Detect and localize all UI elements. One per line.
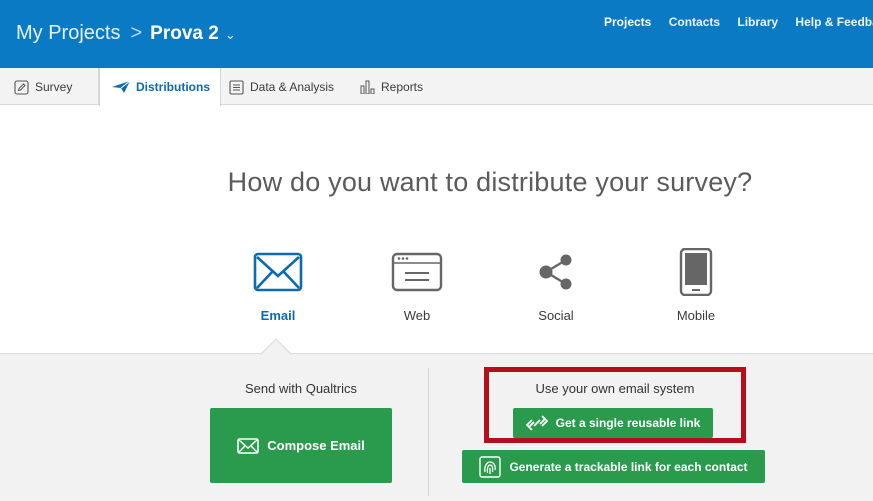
nav-help-feedback[interactable]: Help & Feedba (795, 15, 873, 29)
method-email[interactable]: Email (233, 248, 323, 323)
breadcrumb-separator: > (130, 22, 143, 44)
envelope-icon (237, 437, 259, 454)
tab-bar: Survey Distributions Data & Analysis Rep… (0, 68, 873, 106)
tab-reports[interactable]: Reports (360, 76, 423, 98)
breadcrumb: My Projects > Prova 2 ⌄ (16, 22, 236, 45)
nav-library[interactable]: Library (737, 15, 778, 29)
method-social[interactable]: Social (511, 248, 601, 323)
tab-survey[interactable]: Survey (14, 76, 72, 98)
compose-email-label: Compose Email (267, 438, 365, 453)
nav-projects[interactable]: Projects (604, 15, 651, 29)
mobile-phone-icon (679, 248, 713, 296)
top-bar: My Projects > Prova 2 ⌄ Projects Contacts L… (0, 0, 873, 68)
page-heading: How do you want to distribute your surve… (227, 167, 753, 197)
chevron-down-icon[interactable]: ⌄ (225, 27, 236, 42)
tab-data-analysis-label: Data & Analysis (250, 80, 335, 94)
method-mobile[interactable]: Mobile (651, 248, 741, 323)
browser-icon (391, 252, 443, 292)
tab-reports-label: Reports (381, 80, 424, 94)
envelope-icon (253, 252, 303, 292)
generate-trackable-link-label: Generate a trackable link for each conta… (509, 459, 748, 474)
share-icon (539, 254, 572, 290)
generate-trackable-link-button[interactable]: Generate a trackable link for each conta… (462, 450, 765, 483)
send-with-qualtrics-title: Send with Qualtrics (245, 381, 357, 396)
method-mobile-label: Mobile (676, 308, 716, 323)
nav-contacts[interactable]: Contacts (669, 15, 720, 29)
pencil-icon (14, 79, 29, 95)
paper-plane-icon (112, 81, 130, 93)
tab-distributions-label: Distributions (136, 80, 210, 94)
fingerprint-icon (479, 455, 502, 478)
tab-data-analysis[interactable]: Data & Analysis (229, 76, 334, 98)
method-web[interactable]: Web (372, 248, 462, 323)
table-icon (229, 79, 244, 95)
tab-survey-label: Survey (35, 80, 73, 94)
breadcrumb-my-projects[interactable]: My Projects (16, 22, 120, 44)
bar-chart-icon (360, 80, 375, 94)
panel-divider (428, 368, 429, 496)
method-social-label: Social (538, 308, 574, 323)
compose-email-button[interactable]: Compose Email (210, 408, 392, 483)
tab-distributions[interactable]: Distributions (99, 68, 221, 106)
top-nav: Projects Contacts Library Help & Feedba (604, 15, 873, 29)
project-name[interactable]: Prova 2 (150, 23, 219, 44)
highlight-box (484, 367, 746, 443)
method-email-label: Email (260, 308, 296, 323)
method-web-label: Web (403, 308, 431, 323)
